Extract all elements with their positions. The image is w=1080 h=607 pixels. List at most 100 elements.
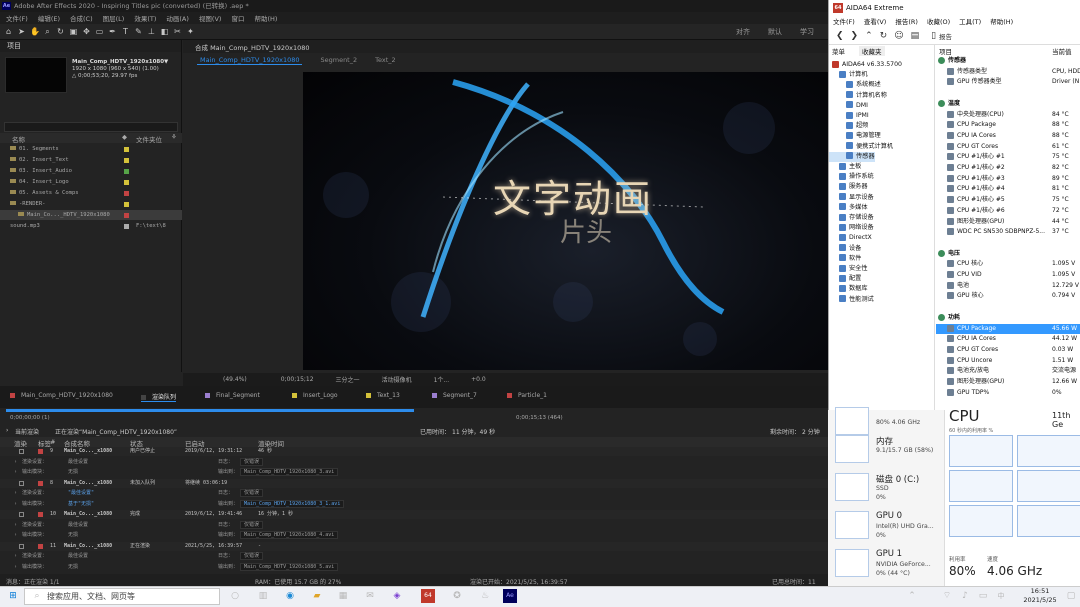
pan-tool-icon[interactable]: ✥ xyxy=(82,27,91,36)
sensor-row[interactable]: WDC PC SN530 SDBPNPZ-5... 37 °C xyxy=(936,227,1080,238)
mail-icon[interactable]: ✉ xyxy=(363,589,377,603)
setting-value[interactable]: 最佳设置 xyxy=(68,458,88,467)
workspace-item[interactable]: 对齐 xyxy=(736,27,750,37)
timeline-tab[interactable]: 渲染队列 xyxy=(141,392,177,402)
project-search-input[interactable] xyxy=(4,122,178,132)
app-icon[interactable]: ◈ xyxy=(390,589,404,603)
stamp-tool-icon[interactable]: ⊥ xyxy=(147,27,156,36)
setting-value[interactable]: 基于"无损" xyxy=(68,500,94,509)
aida-menu-item[interactable]: 帮助(H) xyxy=(990,16,1013,28)
ae-menu-item[interactable]: 帮助(H) xyxy=(254,13,277,23)
tree-item[interactable]: 主板 xyxy=(829,162,861,172)
home-icon[interactable]: ⌂ xyxy=(4,27,13,36)
selection-tool-icon[interactable]: ➤ xyxy=(17,27,26,36)
tree-item[interactable]: 便携式计算机 xyxy=(829,142,893,152)
tree-item[interactable]: 计算机 xyxy=(829,70,868,80)
sensor-row[interactable]: GPU TDP% 0% xyxy=(936,388,1080,399)
timeline-tab[interactable]: Segment_7 xyxy=(432,392,477,399)
render-queue-setting[interactable]: › 输出模块： 无损 输出到： Main_Comp_HDTV_1920x1080_5.a… xyxy=(0,562,828,572)
sensor-row[interactable]: CPU 核心 1.095 V xyxy=(936,259,1080,270)
ae-menu-item[interactable]: 效果(T) xyxy=(134,13,156,23)
tree-item[interactable]: 计算机名称 xyxy=(829,91,887,101)
setting-output-value[interactable]: Main_Comp_HDTV_1920x1080_4.avi xyxy=(240,531,339,539)
project-item[interactable]: 02. Insert_Text xyxy=(0,155,182,165)
setting-value[interactable]: 最佳设置 xyxy=(68,521,88,530)
render-queue-item[interactable]: 9 Main_Co..._x1080 用户已停止 2019/6/12, 19:31:1… xyxy=(0,447,828,456)
expand-arrow-icon[interactable]: › xyxy=(14,563,17,572)
tree-tab-menu[interactable]: 菜单 xyxy=(832,46,845,56)
widgets-icon[interactable]: ▥ xyxy=(256,589,270,603)
ime-icon[interactable]: 中 xyxy=(994,589,1008,603)
setting-output-value[interactable]: Main_Comp_HDTV_1920x1080_3.avi xyxy=(240,468,339,476)
viewer-control[interactable]: 三分之一 xyxy=(336,375,360,384)
tree-item[interactable]: 操作系统 xyxy=(829,172,874,182)
tray-arrow-icon[interactable]: ⌃ xyxy=(905,589,919,603)
setting-output-value[interactable]: 仅错误 xyxy=(240,552,264,560)
setting-value[interactable]: 无损 xyxy=(68,531,78,540)
render-queue-setting[interactable]: › 渲染设置： 最佳设置 日志： 仅错误 xyxy=(0,457,828,467)
tree-item[interactable]: 传感器 xyxy=(829,151,875,162)
sensor-row[interactable]: GPU 传感器类型 Driver (N xyxy=(936,77,1080,88)
composition-subtab[interactable]: Text_2 xyxy=(375,56,396,64)
aida64-taskbar-icon[interactable]: 64 xyxy=(421,589,435,603)
performance-card[interactable]: 内存 9.1/15.7 GB (58%) xyxy=(833,432,941,468)
setting-value[interactable]: 无损 xyxy=(68,563,78,572)
sensor-section[interactable]: 温度 xyxy=(936,99,1080,110)
tree-item[interactable]: 电源管理 xyxy=(829,131,881,141)
label-color-swatch[interactable] xyxy=(124,191,129,196)
taskbar-clock[interactable]: 16:51 2021/5/25 xyxy=(1010,587,1070,605)
viewer-control[interactable]: (49.4%) xyxy=(223,376,247,383)
tree-item[interactable]: 网络设备 xyxy=(829,223,874,233)
aida-menu-item[interactable]: 工具(T) xyxy=(959,16,981,28)
sensor-row[interactable]: 中央处理器(CPU) 84 °C xyxy=(936,110,1080,121)
project-item[interactable]: 03. Insert_Audio xyxy=(0,166,182,176)
after-effects-taskbar-icon[interactable]: Ae xyxy=(503,589,517,603)
report-button[interactable]: 报告 xyxy=(939,31,952,41)
timeline-tab[interactable]: Final_Segment xyxy=(205,392,260,399)
project-item[interactable]: -RENDER- xyxy=(0,199,182,209)
sensor-row[interactable]: CPU #1/核心 #2 82 °C xyxy=(936,163,1080,174)
setting-output-value[interactable]: Main_Comp_HDTV_1920x1080_5.avi xyxy=(240,562,339,571)
label-color-swatch[interactable] xyxy=(38,512,43,517)
viewer-control[interactable]: 1个... xyxy=(434,375,450,384)
store-icon[interactable]: ▦ xyxy=(336,589,350,603)
tree-item[interactable]: 显示设备 xyxy=(829,193,874,203)
setting-value[interactable]: "最佳设置" xyxy=(68,489,94,498)
hand-tool-icon[interactable]: ✋ xyxy=(30,27,40,36)
render-checkbox[interactable] xyxy=(19,480,24,486)
sensor-section[interactable]: 传感器 xyxy=(936,56,1080,67)
user-icon[interactable]: ☺ xyxy=(894,31,903,41)
sensor-row[interactable]: 电池充/放电 交流电源 xyxy=(936,366,1080,377)
viewer-control[interactable]: 0;00;15;12 xyxy=(281,376,314,383)
ae-menu-item[interactable]: 动画(A) xyxy=(166,13,189,23)
render-queue-item[interactable]: 8 Main_Co..._x1080 未加入队列 将继续 03:06:19 xyxy=(0,478,828,488)
project-col-name[interactable]: 名称 xyxy=(12,134,25,144)
expand-arrow-icon[interactable]: › xyxy=(14,552,17,561)
type-tool-icon[interactable]: T xyxy=(121,27,130,36)
zoom-tool-icon[interactable]: ⌕ xyxy=(43,27,52,36)
label-color-swatch[interactable] xyxy=(38,543,43,549)
tree-item[interactable]: 安全性 xyxy=(829,264,868,274)
tree-item[interactable]: 数据库 xyxy=(829,284,868,294)
render-queue-setting[interactable]: › 渲染设置： "最佳设置" 日志： 仅错误 xyxy=(0,489,828,498)
ae-menu-item[interactable]: 窗口 xyxy=(231,13,244,23)
setting-output-value[interactable]: 仅错误 xyxy=(240,489,264,497)
wifi-icon[interactable]: ⌔ xyxy=(940,589,954,603)
viewer-control[interactable]: 活动摄像机 xyxy=(382,375,412,384)
sensor-row[interactable]: CPU VID 1.095 V xyxy=(936,270,1080,281)
performance-card[interactable]: 磁盘 0 (C:) SSD 0% xyxy=(833,470,941,506)
chart-icon[interactable]: ▤ xyxy=(911,31,920,41)
render-queue-item[interactable]: 10 Main_Co..._x1080 完成 2019/6/12, 19:41:46 1… xyxy=(0,510,828,519)
performance-card[interactable]: GPU 1 NVIDIA GeForce... 0% (44 °C) xyxy=(833,546,941,582)
sensor-row[interactable]: GPU 核心 0.794 V xyxy=(936,291,1080,302)
file-explorer-icon[interactable]: ▰ xyxy=(310,589,324,603)
windows-start-icon[interactable]: ⊞ xyxy=(6,589,20,603)
setting-value[interactable]: 无损 xyxy=(68,468,78,477)
list-col-value[interactable]: 当前值 xyxy=(1052,46,1072,56)
tree-item[interactable]: 多媒体 xyxy=(829,203,868,213)
aida-menu-item[interactable]: 文件(F) xyxy=(833,16,855,28)
tree-tab-favorites[interactable]: 收藏夹 xyxy=(859,46,885,56)
forward-icon[interactable]: ❯ xyxy=(851,31,859,41)
refresh-icon[interactable]: ↻ xyxy=(880,31,888,41)
render-queue-setting[interactable]: › 输出模块： 基于"无损" 输出到： Main_Comp_HDTV_1920x1080… xyxy=(0,499,828,509)
